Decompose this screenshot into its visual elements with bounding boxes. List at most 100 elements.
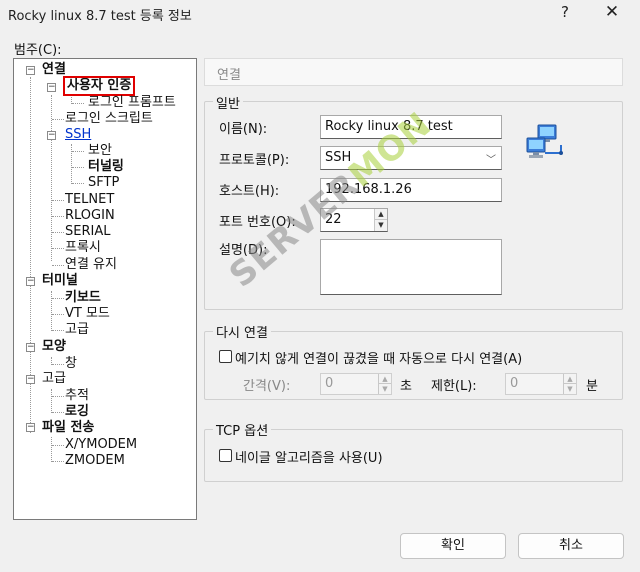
name-label: 이름(N): bbox=[219, 122, 268, 137]
title-bar: Rocky linux 8.7 test 등록 정보 ? ✕ bbox=[0, 0, 640, 28]
spin-down-icon[interactable]: ▼ bbox=[375, 220, 387, 231]
protocol-label: 프로토콜(P): bbox=[219, 153, 290, 168]
tree-line bbox=[52, 265, 64, 266]
tree-item-rlogin[interactable]: RLOGIN bbox=[65, 208, 115, 224]
tree-item-terminal-advanced[interactable]: 고급 bbox=[65, 322, 89, 338]
tree-item-connection[interactable]: 연결 bbox=[42, 62, 66, 78]
protocol-select[interactable]: SSH ﹀ bbox=[320, 146, 502, 170]
description-label: 설명(D): bbox=[219, 243, 268, 258]
collapse-icon[interactable]: − bbox=[47, 83, 56, 92]
category-tree[interactable]: − − − − − − − 연결 사용자 인증 로그인 프롬프트 로그인 스크립… bbox=[13, 58, 197, 520]
ok-button[interactable]: 확인 bbox=[400, 533, 506, 559]
panel-header-title: 연결 bbox=[217, 68, 241, 83]
tree-item-terminal[interactable]: 터미널 bbox=[42, 273, 78, 289]
tree-line bbox=[52, 119, 64, 120]
reconnect-group-title: 다시 연결 bbox=[213, 322, 271, 341]
spin-up-icon[interactable]: ▲ bbox=[379, 374, 391, 384]
cancel-button[interactable]: 취소 bbox=[518, 533, 624, 559]
collapse-icon[interactable]: − bbox=[26, 66, 35, 75]
category-label: 범주(C): bbox=[14, 43, 62, 58]
tree-item-logging[interactable]: 로깅 bbox=[65, 404, 89, 420]
auto-reconnect-checkbox[interactable] bbox=[219, 350, 232, 363]
port-stepper[interactable]: 22 ▲ ▼ bbox=[320, 208, 388, 232]
description-field[interactable] bbox=[320, 239, 502, 295]
collapse-icon[interactable]: − bbox=[47, 131, 56, 140]
tree-line bbox=[72, 151, 84, 152]
tree-item-file-transfer[interactable]: 파일 전송 bbox=[42, 420, 94, 436]
spin-down-icon[interactable]: ▼ bbox=[379, 384, 391, 394]
tree-item-xymodem[interactable]: X/YMODEM bbox=[65, 437, 137, 453]
tree-line bbox=[51, 389, 52, 413]
tree-item-serial[interactable]: SERIAL bbox=[65, 224, 110, 240]
tree-line bbox=[52, 412, 64, 413]
spin-down-icon[interactable]: ▼ bbox=[564, 384, 576, 394]
tree-line bbox=[52, 445, 64, 446]
limit-value: 0 bbox=[510, 376, 519, 391]
tree-item-user-auth[interactable]: 사용자 인증 bbox=[62, 76, 136, 96]
collapse-icon[interactable]: − bbox=[26, 423, 35, 432]
tree-line bbox=[52, 232, 64, 233]
tree-item-sftp[interactable]: SFTP bbox=[88, 175, 119, 191]
interval-stepper[interactable]: 0 ▲ ▼ bbox=[320, 373, 392, 395]
tree-item-appearance[interactable]: 모양 bbox=[42, 339, 66, 355]
spin-up-icon[interactable]: ▲ bbox=[375, 209, 387, 220]
limit-label: 제한(L): bbox=[431, 379, 477, 394]
window-title: Rocky linux 8.7 test 등록 정보 bbox=[8, 9, 192, 24]
tree-line bbox=[51, 291, 52, 331]
tree-line bbox=[52, 298, 64, 299]
tree-line bbox=[72, 167, 84, 168]
tree-line bbox=[52, 330, 64, 331]
interval-label: 간격(V): bbox=[243, 379, 291, 394]
tree-item-window[interactable]: 창 bbox=[65, 356, 77, 372]
tree-line bbox=[52, 200, 64, 201]
tree-item-telnet[interactable]: TELNET bbox=[65, 192, 114, 208]
tree-line bbox=[52, 248, 64, 249]
limit-stepper[interactable]: 0 ▲ ▼ bbox=[505, 373, 577, 395]
tree-item-trace[interactable]: 추적 bbox=[65, 388, 89, 404]
limit-spin-buttons[interactable]: ▲ ▼ bbox=[563, 374, 576, 394]
tree-line bbox=[52, 216, 64, 217]
general-group-title: 일반 bbox=[213, 93, 243, 112]
collapse-icon[interactable]: − bbox=[26, 375, 35, 384]
tree-line bbox=[52, 461, 64, 462]
tree-item-login-script[interactable]: 로그인 스크립트 bbox=[65, 111, 153, 127]
tree-item-vt-mode[interactable]: VT 모드 bbox=[65, 306, 110, 322]
host-field[interactable]: 192.168.1.26 bbox=[320, 178, 502, 202]
tcp-group-title: TCP 옵션 bbox=[213, 420, 272, 439]
tree-line bbox=[52, 314, 64, 315]
port-spin-buttons[interactable]: ▲ ▼ bbox=[374, 209, 387, 231]
tree-item-ssh[interactable]: SSH bbox=[65, 127, 91, 143]
tree-item-keepalive[interactable]: 연결 유지 bbox=[65, 257, 117, 273]
nagle-checkbox[interactable] bbox=[219, 449, 232, 462]
tree-line bbox=[72, 183, 84, 184]
tree-item-security[interactable]: 보안 bbox=[88, 143, 112, 159]
close-button[interactable]: ✕ bbox=[602, 2, 622, 22]
tree-line bbox=[51, 437, 52, 462]
limit-unit: 분 bbox=[586, 379, 598, 394]
tree-line bbox=[52, 396, 64, 397]
interval-unit: 초 bbox=[400, 379, 412, 394]
tree-item-keyboard[interactable]: 키보드 bbox=[65, 290, 101, 306]
port-value: 22 bbox=[325, 212, 342, 227]
tree-item-tunneling[interactable]: 터널링 bbox=[88, 159, 124, 175]
host-label: 호스트(H): bbox=[219, 184, 280, 199]
spin-up-icon[interactable]: ▲ bbox=[564, 374, 576, 384]
tree-item-login-prompt[interactable]: 로그인 프롬프트 bbox=[88, 95, 176, 111]
interval-spin-buttons[interactable]: ▲ ▼ bbox=[378, 374, 391, 394]
network-connection-icon bbox=[525, 123, 565, 163]
tree-item-zmodem[interactable]: ZMODEM bbox=[65, 453, 125, 469]
tree-item-advanced[interactable]: 고급 bbox=[42, 371, 66, 387]
panel-header: 연결 bbox=[204, 58, 623, 86]
collapse-icon[interactable]: − bbox=[26, 343, 35, 352]
collapse-icon[interactable]: − bbox=[26, 277, 35, 286]
tree-line bbox=[52, 364, 64, 365]
tree-item-proxy[interactable]: 프록시 bbox=[65, 240, 101, 256]
interval-value: 0 bbox=[325, 376, 334, 391]
auto-reconnect-label: 예기치 않게 연결이 끊겼을 때 자동으로 다시 연결(A) bbox=[235, 352, 523, 367]
name-field[interactable]: Rocky linux 8.7 test bbox=[320, 115, 502, 139]
help-button[interactable]: ? bbox=[555, 3, 575, 21]
tree-line bbox=[72, 103, 84, 104]
chevron-down-icon: ﹀ bbox=[486, 155, 496, 166]
protocol-select-value: SSH bbox=[325, 150, 352, 165]
nagle-label: 네이글 알고리즘을 사용(U) bbox=[235, 451, 383, 466]
